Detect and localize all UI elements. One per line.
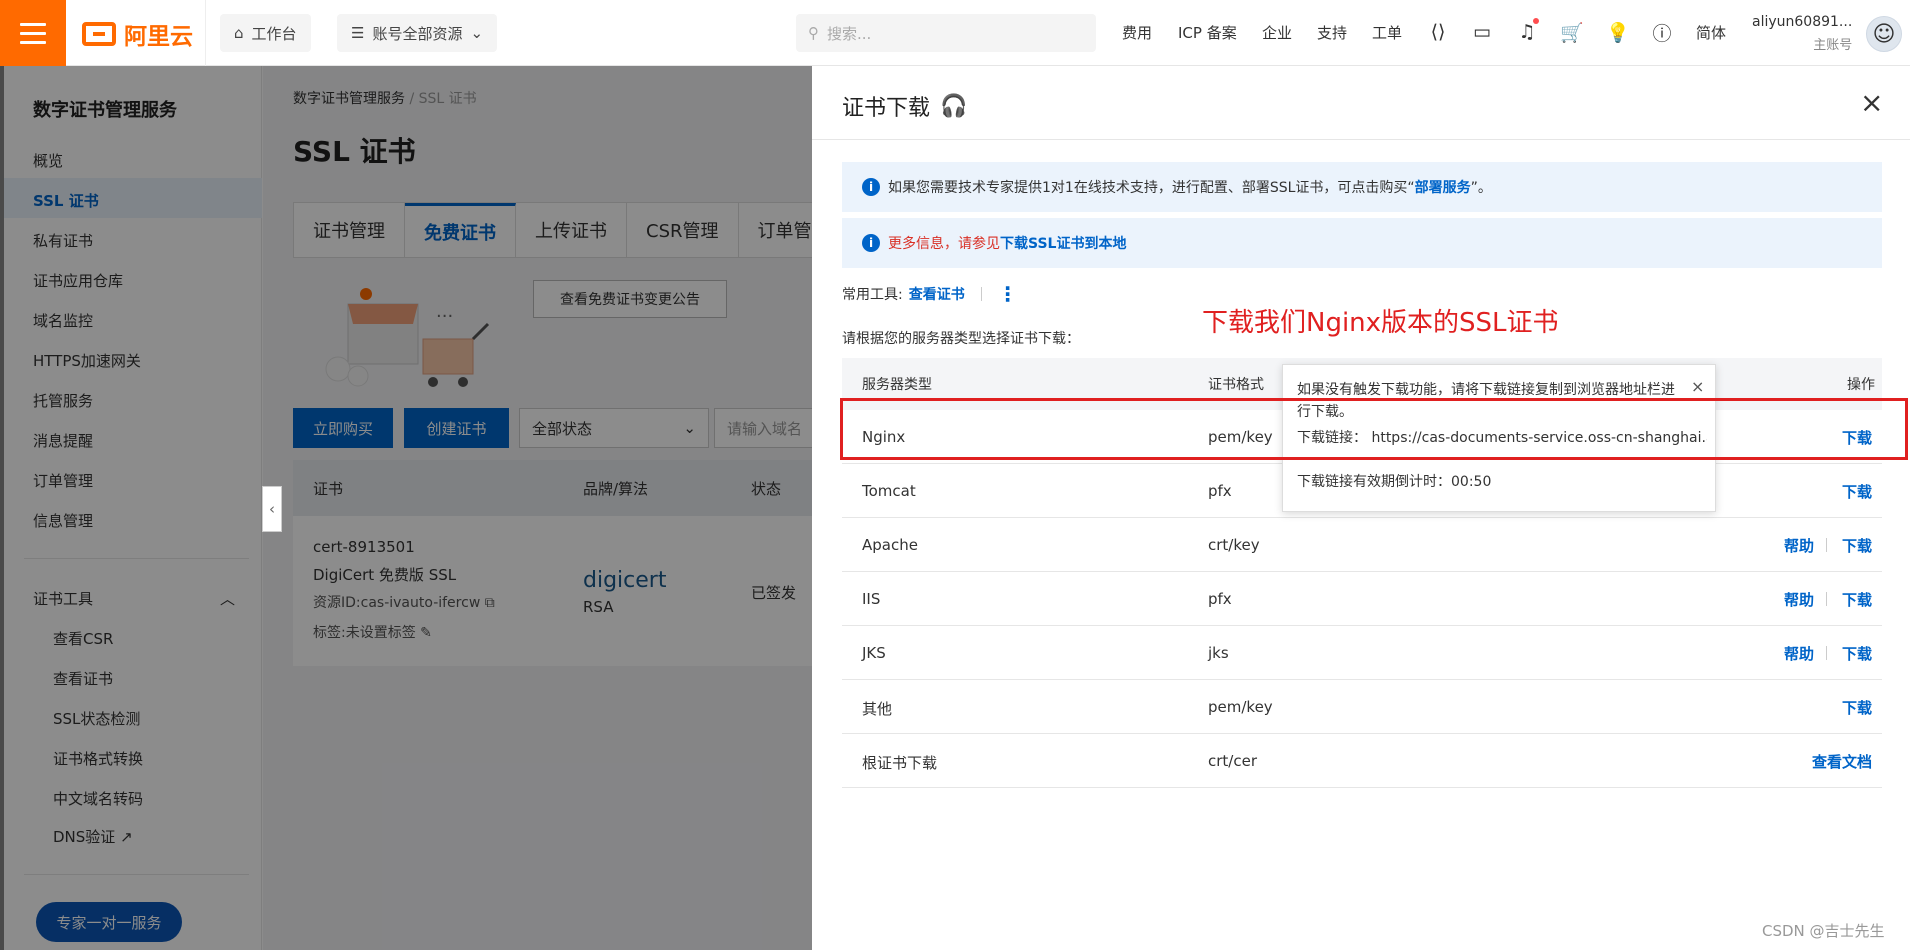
download-button-apache[interactable]: 下载 bbox=[1842, 535, 1872, 556]
terminal-icon[interactable]: ▭ bbox=[1470, 20, 1494, 44]
lightbulb-icon[interactable]: 💡 bbox=[1606, 20, 1630, 44]
code-icon[interactable]: ⟨⟩ bbox=[1426, 20, 1450, 44]
deploy-service-link[interactable]: 部署服务 bbox=[1415, 180, 1471, 196]
download-button-tomcat[interactable]: 下载 bbox=[1842, 481, 1872, 502]
stack-icon: ☰ bbox=[351, 24, 365, 42]
close-icon[interactable]: × bbox=[1860, 86, 1883, 119]
nav-enterprise[interactable]: 企业 bbox=[1262, 22, 1292, 43]
user-menu[interactable]: aliyun60891... 主账号 bbox=[1752, 14, 1852, 53]
help-icon[interactable]: ⓘ bbox=[1650, 20, 1674, 45]
workbench-button[interactable]: ⌂ 工作台 bbox=[220, 14, 311, 52]
alert-expert-service: i 如果您需要技术专家提供1对1在线技术支持，进行配置、部署SSL证书，可点击购… bbox=[842, 162, 1882, 212]
help-link-iis[interactable]: 帮助 bbox=[1784, 589, 1814, 610]
language-switch[interactable]: 简体 bbox=[1696, 22, 1726, 43]
top-bar: 阿里云 ⌂ 工作台 ☰ 账号全部资源 ⌄ ⚲ 搜索... 费用 ICP 备案 企… bbox=[0, 0, 1910, 66]
table-row: Apache crt/key 帮助 下载 bbox=[842, 518, 1882, 572]
table-row: 其他 pem/key 下载 bbox=[842, 680, 1882, 734]
sidebar-collapse-icon[interactable]: ‹ bbox=[262, 486, 282, 532]
home-icon: ⌂ bbox=[234, 24, 244, 42]
chevron-down-icon: ⌄ bbox=[470, 24, 484, 42]
annotation-highlight-box bbox=[840, 398, 1908, 460]
download-button-other[interactable]: 下载 bbox=[1842, 697, 1872, 718]
alert-more-info: i 更多信息，请参见下载SSL证书到本地 bbox=[842, 218, 1882, 268]
aliyun-logo[interactable]: 阿里云 bbox=[82, 17, 193, 51]
nav-icp[interactable]: ICP 备案 bbox=[1178, 22, 1237, 43]
popover-countdown: 下载链接有效期倒计时：00:50 bbox=[1297, 474, 1492, 490]
help-link-apache[interactable]: 帮助 bbox=[1784, 535, 1814, 556]
drawer-title: 证书下载 🎧 bbox=[842, 93, 968, 122]
cart-icon[interactable]: 🛒 bbox=[1560, 20, 1584, 44]
common-tools: 常用工具: 查看证书 ⋮ bbox=[842, 282, 1018, 306]
table-row: IIS pfx 帮助 下载 bbox=[842, 572, 1882, 626]
resources-dropdown[interactable]: ☰ 账号全部资源 ⌄ bbox=[337, 14, 498, 52]
watermark: CSDN @吉士先生 bbox=[1762, 922, 1885, 940]
headset-icon[interactable]: 🎧 bbox=[940, 94, 967, 119]
view-cert-link[interactable]: 查看证书 bbox=[909, 284, 965, 304]
download-button-jks[interactable]: 下载 bbox=[1842, 643, 1872, 664]
modal-overlay[interactable] bbox=[0, 66, 812, 950]
nav-fees[interactable]: 费用 bbox=[1122, 22, 1152, 43]
search-input[interactable]: ⚲ 搜索... bbox=[796, 14, 1096, 52]
info-icon: i bbox=[862, 178, 880, 196]
notification-dot bbox=[1533, 18, 1539, 24]
info-icon: i bbox=[862, 234, 880, 252]
hamburger-menu-icon[interactable] bbox=[0, 0, 66, 66]
download-button-iis[interactable]: 下载 bbox=[1842, 589, 1872, 610]
download-drawer: 证书下载 🎧 × i 如果您需要技术专家提供1对1在线技术支持，进行配置、部署S… bbox=[812, 66, 1910, 950]
table-row: 根证书下载 crt/cer 查看文档 bbox=[842, 734, 1882, 788]
aliyun-logo-icon bbox=[82, 22, 116, 46]
nav-support[interactable]: 支持 bbox=[1317, 22, 1347, 43]
help-link-jks[interactable]: 帮助 bbox=[1784, 643, 1814, 664]
server-type-hint: 请根据您的服务器类型选择证书下载： bbox=[842, 331, 1080, 347]
download-guide-link[interactable]: 下载SSL证书到本地 bbox=[1000, 236, 1126, 252]
search-icon: ⚲ bbox=[808, 24, 819, 42]
annotation-text: 下载我们Nginx版本的SSL证书 bbox=[1202, 308, 1559, 338]
avatar[interactable]: ☺ bbox=[1866, 16, 1902, 52]
more-vertical-icon[interactable]: ⋮ bbox=[998, 284, 1018, 304]
close-icon[interactable]: × bbox=[1691, 377, 1704, 396]
nav-ticket[interactable]: 工单 bbox=[1372, 22, 1402, 43]
view-docs-link[interactable]: 查看文档 bbox=[1812, 751, 1872, 772]
table-row: JKS jks 帮助 下载 bbox=[842, 626, 1882, 680]
